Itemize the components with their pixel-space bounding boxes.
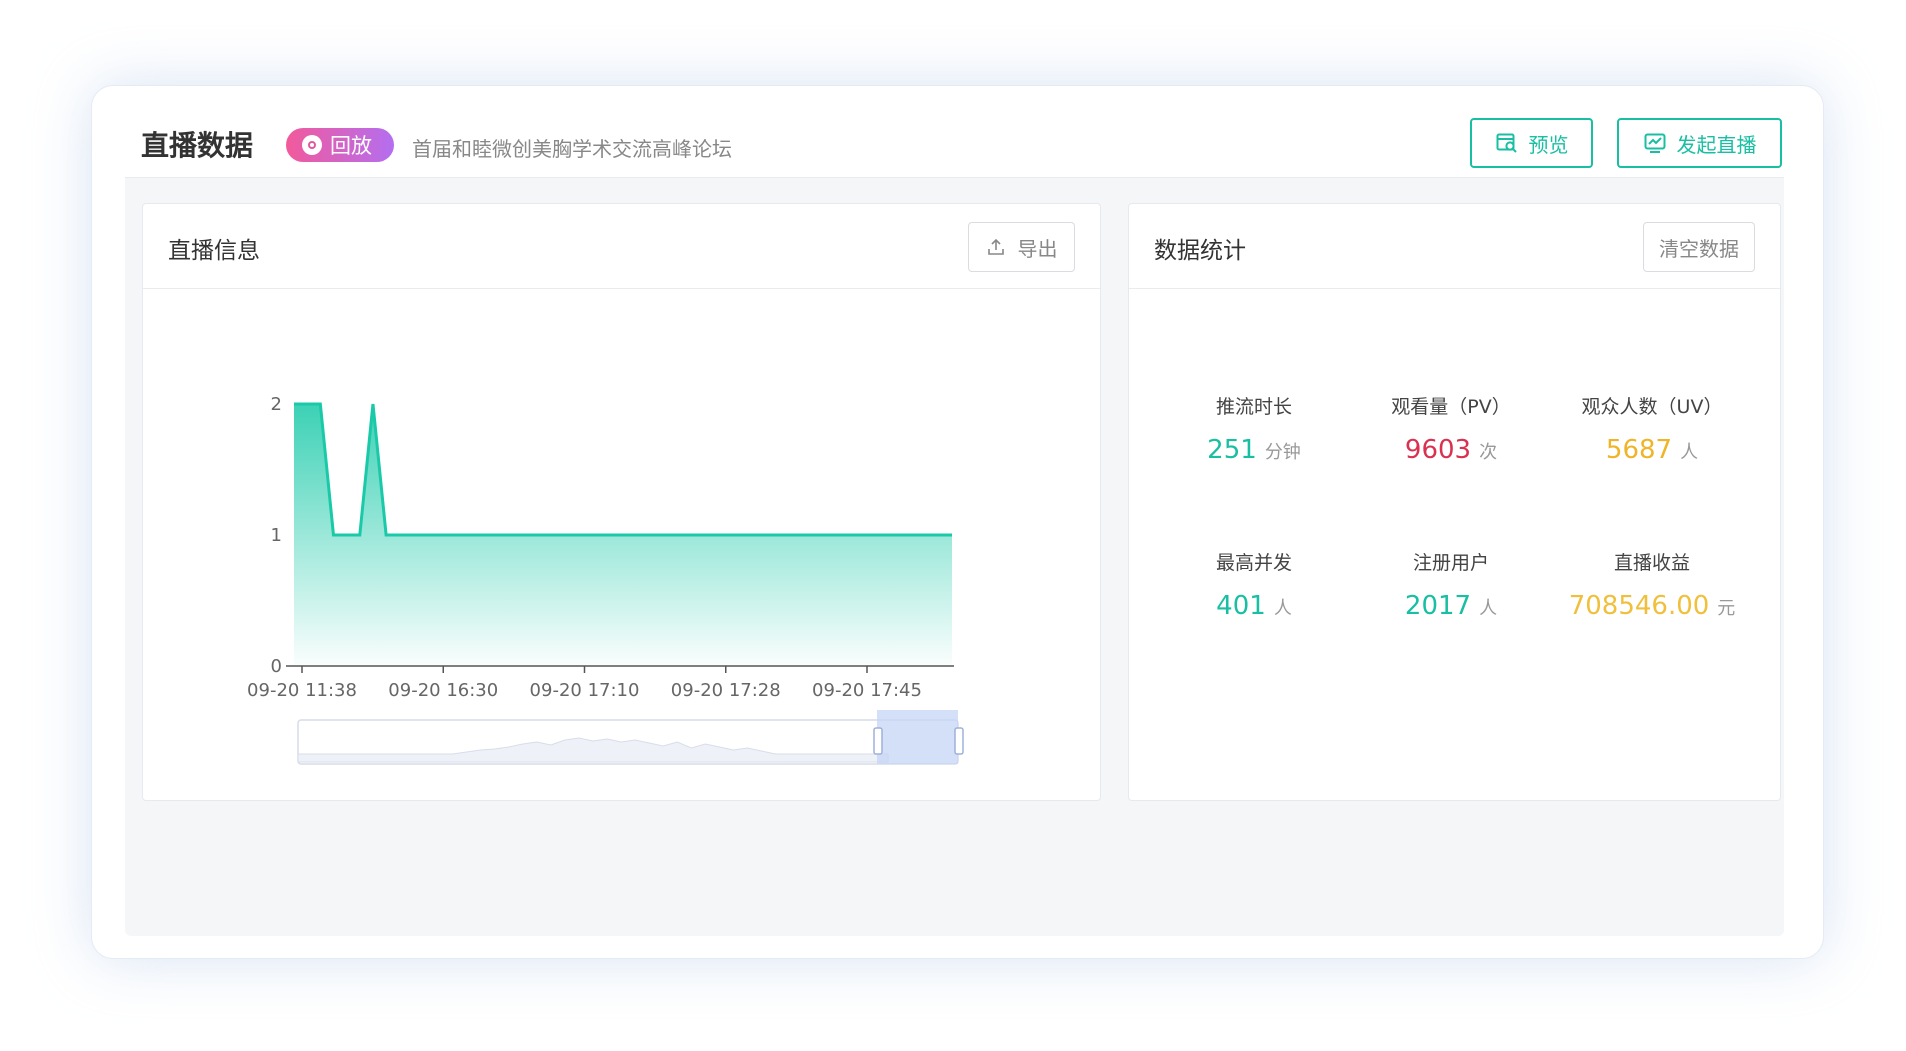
stat-item: 推流时长 251 分钟: [1154, 392, 1354, 465]
stats-header: 数据统计 清空数据: [1129, 204, 1780, 289]
replay-icon: [302, 135, 322, 155]
start-live-button[interactable]: 发起直播: [1617, 118, 1782, 168]
x-tick-label: 09-20 16:30: [388, 680, 498, 701]
preview-button[interactable]: 预览: [1470, 118, 1593, 168]
stat-value-line: 708546.00 元: [1552, 591, 1752, 621]
event-name: 首届和睦微创美胸学术交流高峰论坛: [412, 137, 732, 161]
stat-value-line: 251 分钟: [1154, 435, 1354, 465]
stat-value-line: 9603 次: [1351, 435, 1551, 465]
preview-icon: [1496, 133, 1517, 153]
live-chart: 0 1 2 09-20 11:38 09-20 16:30 09-20 17:10 09-2…: [247, 394, 964, 765]
stat-unit: 次: [1479, 442, 1498, 463]
x-tick-label: 09-20 17:45: [812, 680, 922, 701]
live-info-card: 直播信息 导出 0 1 2 09-20 11:38 09-20 16:30 09-20 1…: [142, 203, 1101, 801]
stat-item: 观看量（PV） 9603 次: [1351, 392, 1551, 465]
y-tick-label: 2: [271, 394, 282, 415]
y-tick-label: 1: [271, 525, 282, 546]
stat-unit: 人: [1479, 598, 1498, 619]
stat-label: 观众人数（UV）: [1581, 396, 1723, 418]
stat-unit: 分钟: [1264, 442, 1301, 463]
stat-unit: 元: [1717, 598, 1736, 619]
stat-item: 最高并发 401 人: [1154, 548, 1354, 621]
stat-label: 推流时长: [1215, 396, 1292, 418]
stat-value-line: 2017 人: [1351, 591, 1551, 621]
zoom-handle-right: [954, 727, 964, 755]
x-tick-label: 09-20 17:28: [671, 680, 781, 701]
stat-value: 251: [1207, 435, 1257, 465]
stat-item: 观众人数（UV） 5687 人: [1552, 392, 1752, 465]
replay-badge-label: 回放: [330, 134, 372, 158]
stat-item: 直播收益 708546.00 元: [1552, 548, 1752, 621]
stat-label: 注册用户: [1412, 552, 1489, 574]
stat-value: 708546.00: [1568, 591, 1710, 621]
start-live-label: 发起直播: [1676, 132, 1757, 157]
y-tick-label: 0: [271, 656, 282, 677]
zoom-window: [877, 710, 958, 764]
x-tick-label: 09-20 17:10: [530, 680, 640, 701]
zoom-handle-left: [873, 727, 883, 755]
page-header: 直播数据 回放 首届和睦微创美胸学术交流高峰论坛 预览 发起直播: [125, 110, 1784, 178]
stats-title: 数据统计: [1154, 238, 1246, 264]
stat-label: 观看量（PV）: [1391, 396, 1511, 418]
page-title: 直播数据: [141, 129, 254, 162]
replay-badge: 回放: [286, 128, 394, 162]
stat-value: 2017: [1404, 591, 1472, 621]
live-stream-icon: [1644, 133, 1665, 153]
stat-value: 401: [1216, 591, 1266, 621]
stat-unit: 人: [1680, 442, 1699, 463]
stat-value: 5687: [1605, 435, 1673, 465]
x-tick-label: 09-20 11:38: [247, 680, 357, 701]
stat-unit: 人: [1273, 598, 1292, 619]
preview-label: 预览: [1528, 132, 1569, 157]
stat-label: 最高并发: [1215, 552, 1292, 574]
stat-value-line: 5687 人: [1552, 435, 1752, 465]
clear-data-button[interactable]: 清空数据: [1643, 222, 1755, 272]
stat-value: 9603: [1404, 435, 1472, 465]
stats-card: 数据统计 清空数据 推流时长 251 分钟 观看量（PV） 9603 次 观众人数（UV） 5…: [1128, 203, 1781, 801]
stat-label: 直播收益: [1613, 552, 1690, 574]
stat-value-line: 401 人: [1154, 591, 1354, 621]
series-line: [294, 402, 952, 537]
stat-item: 注册用户 2017 人: [1351, 548, 1551, 621]
